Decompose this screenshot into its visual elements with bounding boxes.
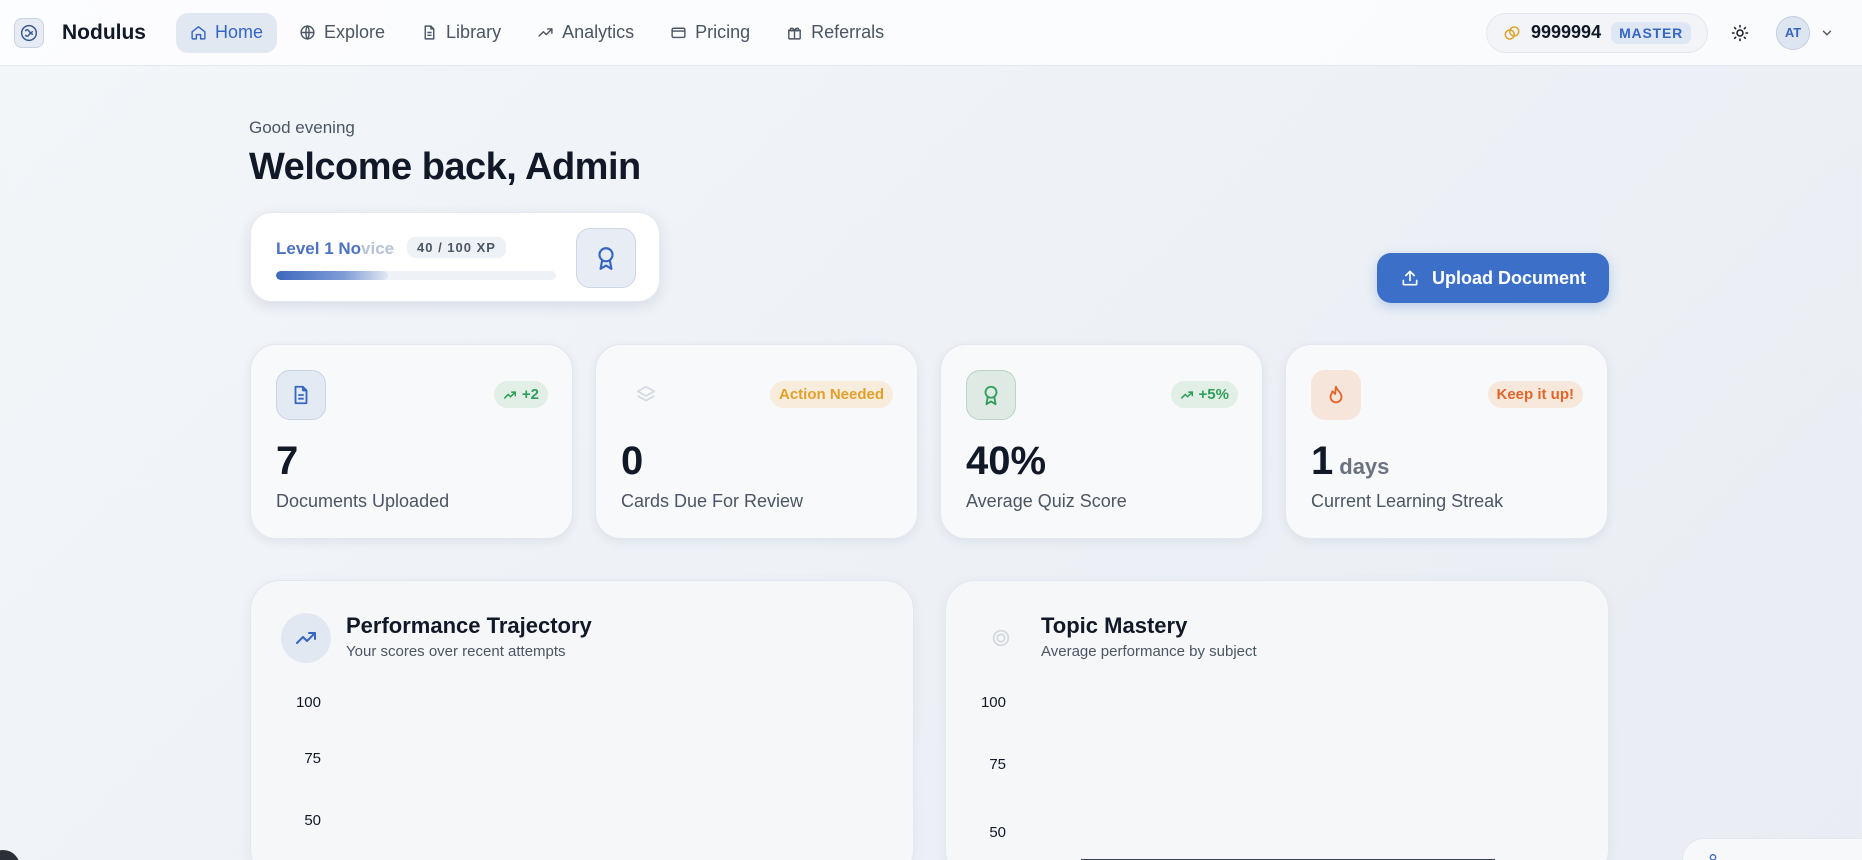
stat-value: 7 — [276, 439, 299, 483]
stat-value: 40% — [966, 439, 1047, 483]
stat-card-quiz-score[interactable]: +5% 40% Average Quiz Score — [940, 344, 1263, 539]
action-needed-badge: Action Needed — [769, 381, 893, 408]
help-widget-button[interactable] — [0, 850, 20, 860]
chevron-down-icon — [1822, 30, 1832, 36]
performance-trajectory-panel: Performance Trajectory Your scores over … — [250, 580, 914, 860]
upload-document-label: Upload Document — [1431, 267, 1586, 288]
widget-icon — [1709, 854, 1717, 860]
brand[interactable]: Nodulus — [14, 17, 146, 48]
streak-badge-label: Keep it up! — [1496, 386, 1575, 403]
panel-title: Topic Mastery — [1041, 613, 1188, 638]
y-tick-label: 50 — [304, 812, 321, 829]
home-icon — [191, 26, 206, 40]
trend-up-icon — [503, 390, 516, 399]
tier-badge: MASTER — [1611, 21, 1691, 44]
nav-item-label: Library — [446, 22, 502, 42]
stat-label: Cards Due For Review — [621, 491, 804, 511]
flame-icon — [1311, 370, 1361, 420]
target-icon — [976, 613, 1026, 663]
credits-value: 9999994 — [1531, 22, 1602, 42]
theme-toggle-button[interactable] — [1722, 15, 1758, 51]
y-tick-label: 50 — [989, 824, 1006, 841]
layers-icon — [621, 370, 671, 420]
y-tick-label: 75 — [304, 750, 321, 767]
stat-card-streak[interactable]: Keep it up! 1 days Current Learning Strea… — [1285, 344, 1608, 539]
floating-widget[interactable] — [1682, 838, 1862, 860]
stat-card-review[interactable]: Action Needed 0 Cards Due For Review — [595, 344, 918, 539]
nav-item-analytics[interactable]: Analytics — [523, 13, 648, 53]
stat-value: 0 — [621, 439, 644, 483]
y-tick-label: 75 — [989, 756, 1006, 773]
xp-progress-fill — [276, 271, 388, 280]
nav-item-referrals[interactable]: Referrals — [772, 13, 898, 53]
upload-icon — [1402, 270, 1418, 286]
stat-value-number: 1 — [1311, 439, 1334, 483]
nav-item-label: Home — [215, 22, 264, 42]
stat-trend-badge: +2 — [493, 381, 548, 408]
level-title: Level 1 Novice — [276, 239, 394, 259]
topic-mastery-panel: Topic Mastery Average performance by sub… — [945, 580, 1609, 860]
panel-title: Performance Trajectory — [346, 613, 592, 638]
level-title-faded: vice — [361, 239, 395, 258]
document-icon — [424, 25, 435, 40]
level-title-main: Level 1 No — [276, 239, 362, 258]
greeting-text: Good evening — [249, 118, 355, 137]
top-navbar: Nodulus Home Explore Library Analytics P… — [0, 0, 1862, 66]
y-tick-label: 100 — [295, 694, 321, 711]
award-icon — [966, 370, 1016, 420]
panel-subtitle: Your scores over recent attempts — [346, 643, 566, 660]
trend-up-icon — [538, 28, 553, 37]
stat-trend-badge: +5% — [1170, 381, 1238, 408]
stat-unit: days — [1339, 454, 1390, 479]
nav-item-home[interactable]: Home — [176, 12, 278, 53]
stat-label: Current Learning Streak — [1311, 491, 1504, 511]
globe-icon — [300, 25, 315, 40]
panel-subtitle: Average performance by subject — [1041, 643, 1257, 660]
stat-label: Average Quiz Score — [966, 491, 1127, 511]
streak-badge: Keep it up! — [1487, 381, 1583, 408]
nav-item-label: Referrals — [811, 22, 885, 42]
y-tick-label: 100 — [980, 694, 1006, 711]
user-menu[interactable]: AT — [1776, 15, 1834, 50]
trend-up-icon — [281, 613, 331, 663]
credits-pill[interactable]: 9999994 MASTER — [1486, 12, 1708, 53]
credit-card-icon — [671, 27, 686, 39]
nav-item-label: Analytics — [562, 22, 635, 42]
stat-value: 1 days — [1311, 439, 1389, 484]
nav-item-pricing[interactable]: Pricing — [656, 13, 764, 53]
trend-up-icon — [1180, 390, 1193, 399]
nav-item-library[interactable]: Library — [407, 13, 515, 53]
sun-icon — [1731, 24, 1749, 41]
award-icon — [598, 247, 614, 270]
level-badge-button[interactable] — [576, 228, 636, 288]
nav-item-label: Explore — [324, 22, 386, 42]
level-card[interactable]: Level 1 Novice 40 / 100 XP — [250, 212, 660, 302]
coins-icon — [1504, 25, 1520, 40]
gift-icon — [788, 27, 802, 40]
nav-right: 9999994 MASTER AT — [1486, 12, 1834, 53]
nav-item-label: Pricing — [695, 22, 751, 42]
stat-card-documents[interactable]: +2 7 Documents Uploaded — [250, 344, 573, 539]
page-title: Welcome back, Admin — [249, 146, 641, 188]
stat-trend-value: +2 — [521, 386, 539, 403]
brain-logo-icon — [14, 17, 44, 48]
stat-label: Documents Uploaded — [276, 491, 450, 511]
action-needed-label: Action Needed — [778, 386, 884, 403]
upload-document-button[interactable]: Upload Document — [1377, 253, 1609, 303]
brand-name: Nodulus — [62, 20, 146, 44]
document-icon — [276, 370, 326, 420]
main-nav: Home Explore Library Analytics Pricing R… — [176, 12, 906, 53]
nav-item-explore[interactable]: Explore — [285, 13, 399, 53]
xp-badge: 40 / 100 XP — [407, 237, 506, 258]
avatar: AT — [1776, 15, 1810, 50]
xp-progress-bar — [276, 271, 556, 280]
stat-trend-value: +5% — [1198, 386, 1229, 403]
